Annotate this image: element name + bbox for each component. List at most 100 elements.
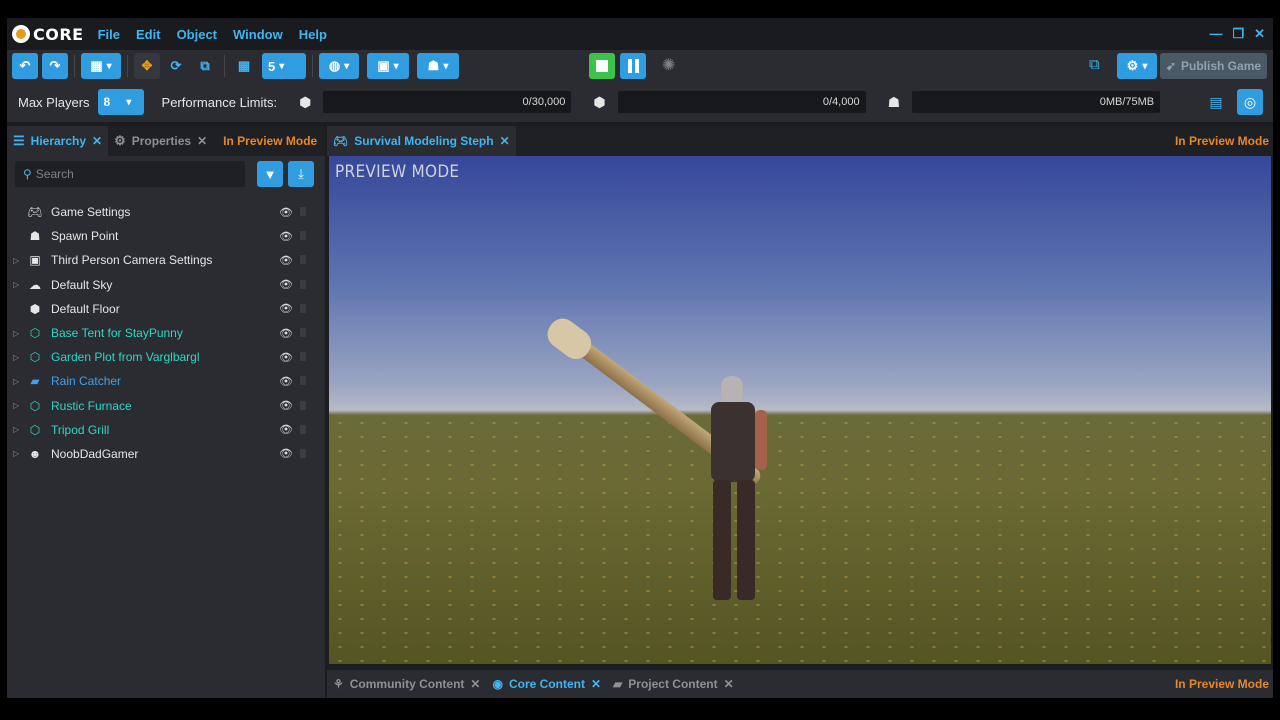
grid-snap-button[interactable]: ▦ [231, 53, 257, 79]
player-icon: ☻ [28, 446, 42, 461]
menu-window[interactable]: Window [233, 27, 283, 42]
lock-icon[interactable] [300, 424, 306, 434]
menu-help[interactable]: Help [299, 27, 327, 42]
expand-arrow-icon[interactable]: ▷ [13, 329, 25, 338]
tab-hierarchy[interactable]: ☰ Hierarchy ✕ [7, 126, 109, 156]
close-tab-icon[interactable]: ✕ [591, 677, 601, 691]
close-tab-icon[interactable]: ✕ [500, 134, 510, 148]
globe-icon: ◍ [328, 58, 341, 73]
expand-arrow-icon[interactable]: ▷ [13, 425, 25, 434]
hierarchy-row[interactable]: ▷ ▰ Rain Catcher 👁︎ [7, 369, 325, 393]
expand-arrow-icon[interactable]: ▷ [13, 449, 25, 458]
visibility-eye-icon[interactable]: 👁︎ [279, 447, 293, 460]
hierarchy-row[interactable]: ⬢ Default Floor 👁︎ [7, 297, 325, 321]
cube-icon: ⬢ [299, 93, 312, 110]
visibility-eye-icon[interactable]: 👁︎ [279, 302, 293, 315]
redo-button[interactable]: ↷ [42, 53, 68, 79]
hierarchy-row[interactable]: ▷ ⬡ Base Tent for StayPunny 👁︎ [7, 321, 325, 345]
hierarchy-row[interactable]: ▷ ☁ Default Sky 👁︎ [7, 273, 325, 297]
hierarchy-row[interactable]: ▷ ⬡ Rustic Furnace 👁︎ [7, 394, 325, 418]
share-screen-icon[interactable]: ⧉ [1089, 56, 1100, 73]
lock-icon[interactable] [300, 207, 306, 216]
lock-icon[interactable] [300, 376, 306, 386]
menu-object[interactable]: Object [177, 27, 217, 42]
filter-button[interactable]: ▼ [257, 161, 283, 187]
tab-scene[interactable]: 🎮︎ Survival Modeling Steph ✕ [327, 126, 516, 156]
folder-icon: ▰ [30, 374, 40, 389]
expand-arrow-icon[interactable]: ▷ [13, 256, 25, 265]
collapse-all-button[interactable]: ⤓ [288, 161, 314, 187]
search-input[interactable]: ⚲ Search [15, 161, 245, 187]
undo-button[interactable]: ↶ [12, 53, 38, 79]
menu-edit[interactable]: Edit [136, 27, 161, 42]
visibility-eye-icon[interactable]: 👁︎ [279, 375, 293, 388]
hierarchy-row[interactable]: ▷ ⬡ Garden Plot from Varglbargl 👁︎ [7, 345, 325, 369]
expand-arrow-icon[interactable]: ▷ [13, 377, 25, 386]
menu-file[interactable]: File [98, 27, 120, 42]
minimize-icon[interactable]: — [1209, 26, 1222, 42]
hierarchy-row[interactable]: ▷ ⬡ Tripod Grill 👁︎ [7, 418, 325, 442]
lock-icon[interactable] [300, 231, 306, 241]
core-content-icon: ◉ [492, 677, 503, 691]
save-icon[interactable]: ▤ [1203, 89, 1229, 115]
viewport-tabs: 🎮︎ Survival Modeling Steph ✕ In Preview … [327, 126, 1273, 156]
world-space-dropdown[interactable]: ◍ [319, 53, 359, 79]
character-head [721, 376, 743, 404]
tab-properties[interactable]: ⚙ Properties ✕ [108, 126, 213, 156]
expand-arrow-icon[interactable]: ▷ [13, 353, 25, 362]
rotate-icon: ⟳ [170, 58, 182, 73]
max-players-label: Max Players [18, 94, 90, 110]
visibility-eye-icon[interactable]: 👁︎ [279, 254, 293, 267]
close-tab-icon[interactable]: ✕ [197, 134, 207, 148]
lock-icon[interactable] [300, 255, 306, 265]
visibility-eye-icon[interactable]: 👁︎ [279, 351, 293, 364]
max-players-dropdown[interactable]: 8 [97, 89, 144, 115]
multiplayer-preview-icon[interactable]: ✺ [662, 55, 675, 75]
hierarchy-row[interactable]: ☗ Spawn Point 👁︎ [7, 224, 325, 248]
lock-icon[interactable] [300, 352, 306, 362]
expand-arrow-icon[interactable]: ▷ [13, 280, 25, 289]
close-tab-icon[interactable]: ✕ [470, 677, 480, 691]
lock-icon[interactable] [300, 400, 306, 410]
close-icon[interactable]: ✕ [1254, 26, 1265, 42]
logo-text: CORE [33, 24, 84, 44]
spawn-dropdown[interactable]: ☗ [417, 53, 459, 79]
move-tool-button[interactable]: ✥ [134, 53, 160, 79]
visibility-eye-icon[interactable]: 👁︎ [279, 399, 293, 412]
visibility-eye-icon[interactable]: 👁︎ [279, 230, 293, 243]
lock-icon[interactable] [300, 448, 306, 458]
lock-icon[interactable] [300, 279, 306, 289]
visibility-eye-icon[interactable]: 👁︎ [279, 423, 293, 436]
screen-icon: ▣ [377, 58, 390, 73]
hierarchy-item-label: Third Person Camera Settings [51, 253, 213, 268]
lock-icon[interactable] [300, 303, 306, 313]
hierarchy-row[interactable]: ▷ ▣ Third Person Camera Settings 👁︎ [7, 248, 325, 272]
game-viewport[interactable]: PREVIEW MODE [329, 156, 1271, 664]
publish-game-button[interactable]: ➹ Publish Game [1160, 53, 1267, 79]
settings-dropdown[interactable]: ⚙ [1117, 53, 1157, 79]
scale-tool-button[interactable]: ⧉ [192, 53, 218, 79]
visibility-eye-icon[interactable]: 👁︎ [279, 327, 293, 340]
close-tab-icon[interactable]: ✕ [724, 677, 734, 691]
project-tab-label: Project Content [628, 677, 718, 691]
stop-preview-button[interactable] [589, 53, 615, 79]
selection-mode-dropdown[interactable]: ▦ [81, 53, 121, 79]
camera-view-dropdown[interactable]: ▣ [367, 53, 409, 79]
restore-icon[interactable]: ❐ [1232, 26, 1244, 42]
pause-button[interactable] [620, 53, 646, 79]
expand-arrow-icon[interactable]: ▷ [13, 401, 25, 410]
close-tab-icon[interactable]: ✕ [92, 134, 102, 148]
rotate-tool-button[interactable]: ⟳ [163, 53, 189, 79]
hierarchy-panel: ☰ Hierarchy ✕ ⚙ Properties ✕ In Preview … [7, 126, 325, 698]
grid-size-dropdown[interactable]: 5 [262, 53, 306, 79]
visibility-eye-icon[interactable]: 👁︎ [279, 206, 293, 219]
tab-project-content[interactable]: ▰ Project Content ✕ [607, 670, 740, 698]
tab-core-content[interactable]: ◉ Core Content ✕ [486, 670, 608, 698]
lock-icon[interactable] [300, 327, 306, 337]
hierarchy-item-label: Default Floor [51, 301, 120, 316]
hierarchy-row[interactable]: 🎮︎ Game Settings 👁︎ [7, 200, 325, 224]
tab-community-content[interactable]: ⚘ Community Content ✕ [327, 670, 486, 698]
hierarchy-row[interactable]: ▷ ☻ NoobDadGamer 👁︎ [7, 442, 325, 466]
visibility-eye-icon[interactable]: 👁︎ [279, 278, 293, 291]
performance-icon[interactable]: ◎ [1237, 89, 1263, 115]
